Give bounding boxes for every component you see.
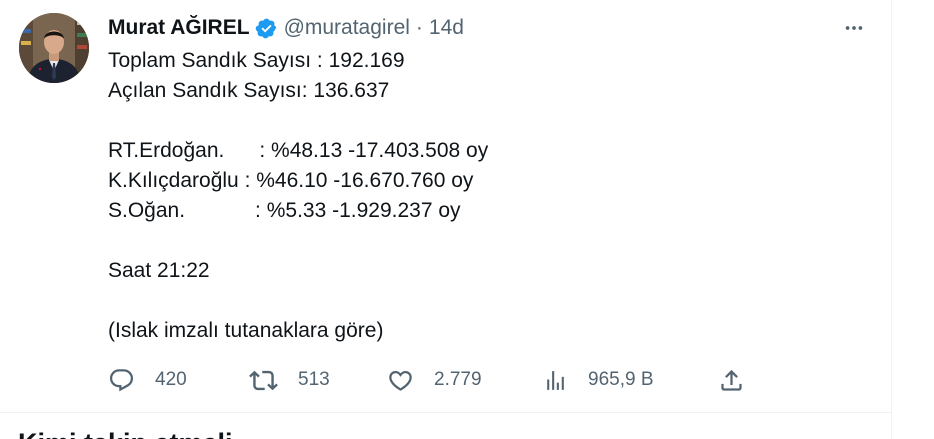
tweet[interactable]: Murat AĞIREL @muratagirel · 14d Toplam S… xyxy=(0,0,891,412)
tweet-divider xyxy=(0,412,891,413)
views-button[interactable]: 965,9 B xyxy=(543,364,654,396)
share-icon xyxy=(721,369,742,391)
verified-badge-icon xyxy=(255,17,278,40)
tweet-timestamp[interactable]: 14d xyxy=(429,16,464,40)
retweet-count: 513 xyxy=(298,369,330,390)
column-border xyxy=(891,0,892,439)
views-chart-icon xyxy=(547,370,564,390)
more-horizontal-icon xyxy=(845,26,863,30)
avatar-photo-icon xyxy=(19,13,89,83)
share-button[interactable] xyxy=(718,364,745,396)
retweet-icon xyxy=(249,370,278,390)
heart-icon xyxy=(389,370,412,391)
header-separator: · xyxy=(415,16,423,39)
who-to-follow-heading: Kimi takip etmeli xyxy=(18,428,233,439)
reply-count: 420 xyxy=(155,369,187,390)
author-avatar[interactable] xyxy=(19,13,89,83)
author-handle[interactable]: @muratagirel xyxy=(284,16,410,40)
like-count: 2.779 xyxy=(434,369,482,390)
page: Murat AĞIREL @muratagirel · 14d Toplam S… xyxy=(0,0,934,439)
like-button[interactable]: 2.779 xyxy=(387,364,482,396)
reply-button[interactable]: 420 xyxy=(108,364,187,396)
reply-icon xyxy=(109,368,134,391)
tweet-text: Toplam Sandık Sayısı : 192.169 Açılan Sa… xyxy=(108,49,489,342)
author-name[interactable]: Murat AĞIREL xyxy=(108,16,250,40)
views-count: 965,9 B xyxy=(588,369,654,390)
more-options-button[interactable] xyxy=(838,14,870,42)
retweet-button[interactable]: 513 xyxy=(249,364,330,396)
tweet-header: Murat AĞIREL @muratagirel · 14d xyxy=(108,14,464,42)
